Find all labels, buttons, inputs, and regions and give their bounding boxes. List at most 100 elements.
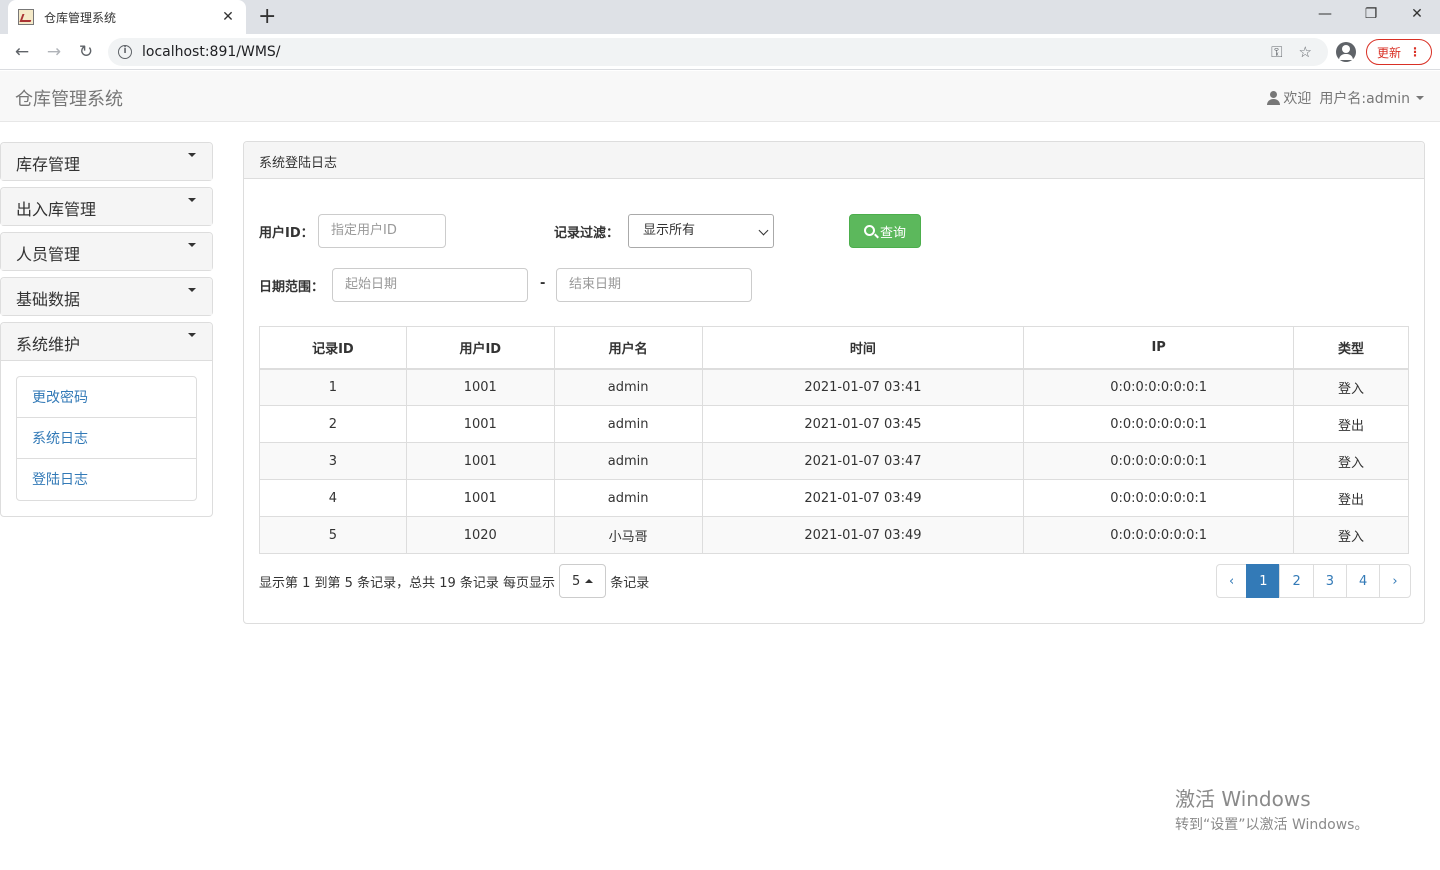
back-icon[interactable]: ← bbox=[10, 40, 34, 64]
chevron-down-icon bbox=[758, 225, 769, 236]
table-header-row: 记录ID 用户ID 用户名 时间 IP 类型 bbox=[259, 326, 1409, 370]
date-separator: - bbox=[540, 276, 546, 291]
cell-user-id: 1001 bbox=[405, 405, 555, 443]
table-row[interactable]: 5 1020 小马哥 2021-01-07 03:49 0:0:0:0:0:0:… bbox=[259, 516, 1409, 554]
browser-toolbar: ← → ↻ i localhost:891/WMS/ ⚿ ☆ 更新 ⋮ bbox=[0, 34, 1440, 70]
date-range-label: 日期范围： bbox=[259, 280, 325, 295]
browser-tab[interactable]: 仓库管理系统 ✕ bbox=[8, 0, 246, 34]
minimize-icon[interactable]: — bbox=[1302, 0, 1348, 30]
key-icon[interactable]: ⚿ bbox=[1271, 43, 1282, 61]
url-text[interactable]: localhost:891/WMS/ bbox=[142, 44, 1271, 60]
column-header-record-id[interactable]: 记录ID bbox=[259, 326, 407, 370]
watermark-line-2: 转到“设置”以激活 Windows。 bbox=[1175, 817, 1369, 833]
pagination-info-suffix: 条记录 bbox=[610, 575, 650, 591]
bookmark-star-icon[interactable]: ☆ bbox=[1299, 43, 1312, 61]
cell-type: 登出 bbox=[1293, 479, 1409, 517]
sidebar-group-label: 系统维护 bbox=[16, 335, 81, 354]
table-row[interactable]: 4 1001 admin 2021-01-07 03:49 0:0:0:0:0:… bbox=[259, 479, 1409, 517]
user-menu[interactable]: 欢迎 用户名:admin bbox=[1267, 88, 1424, 108]
sidebar-item-change-password[interactable]: 更改密码 bbox=[17, 377, 196, 418]
cell-ip: 0:0:0:0:0:0:0:1 bbox=[1023, 516, 1295, 554]
pagination: ‹ 1 2 3 4 › bbox=[1216, 564, 1411, 598]
sidebar-group-body: 更改密码 系统日志 登陆日志 bbox=[1, 360, 212, 516]
forward-icon[interactable]: → bbox=[42, 40, 66, 64]
table-row[interactable]: 1 1001 admin 2021-01-07 03:41 0:0:0:0:0:… bbox=[259, 368, 1409, 406]
login-log-table: 记录ID 用户ID 用户名 时间 IP 类型 1 1001 admin 2021… bbox=[259, 326, 1409, 554]
sidebar-group-personnel: 人员管理 bbox=[0, 232, 213, 271]
cell-type: 登出 bbox=[1293, 405, 1409, 443]
pagination-page-1[interactable]: 1 bbox=[1246, 564, 1281, 598]
sidebar-group-header[interactable]: 人员管理 bbox=[1, 233, 212, 270]
pagination-page-2[interactable]: 2 bbox=[1279, 564, 1314, 598]
table-row[interactable]: 3 1001 admin 2021-01-07 03:47 0:0:0:0:0:… bbox=[259, 442, 1409, 480]
app-navbar: 仓库管理系统 欢迎 用户名:admin bbox=[0, 71, 1440, 122]
record-filter-label: 记录过滤： bbox=[554, 226, 620, 241]
window-close-icon[interactable]: ✕ bbox=[1394, 0, 1440, 30]
new-tab-icon[interactable]: + bbox=[258, 3, 276, 31]
update-button[interactable]: 更新 ⋮ bbox=[1366, 39, 1432, 65]
page-size-dropdown[interactable]: 5 bbox=[559, 564, 607, 598]
username-label: 用户名:admin bbox=[1319, 91, 1410, 107]
cell-user-id: 1001 bbox=[405, 442, 555, 480]
cell-time: 2021-01-07 03:49 bbox=[701, 516, 1025, 554]
cell-ip: 0:0:0:0:0:0:0:1 bbox=[1023, 405, 1295, 443]
page-size-value: 5 bbox=[572, 573, 581, 589]
query-label: 查询 bbox=[879, 225, 906, 241]
record-filter-select[interactable]: 显示所有 bbox=[628, 214, 774, 248]
cell-record-id: 4 bbox=[259, 479, 407, 517]
brand-title[interactable]: 仓库管理系统 bbox=[15, 85, 123, 111]
profile-avatar-icon[interactable] bbox=[1336, 42, 1356, 62]
start-date-input[interactable]: 起始日期 bbox=[332, 268, 528, 302]
column-header-time[interactable]: 时间 bbox=[701, 326, 1025, 370]
query-button[interactable]: 查询 bbox=[849, 214, 921, 248]
site-info-icon[interactable]: i bbox=[118, 45, 132, 59]
sidebar-group-stock-io: 出入库管理 bbox=[0, 187, 213, 226]
update-label: 更新 bbox=[1376, 45, 1401, 60]
end-date-input[interactable]: 结束日期 bbox=[556, 268, 752, 302]
browser-tabstrip: 仓库管理系统 ✕ + — ❐ ✕ bbox=[0, 0, 1440, 34]
sidebar-group-header[interactable]: 系统维护 bbox=[1, 323, 212, 360]
cell-time: 2021-01-07 03:45 bbox=[701, 405, 1025, 443]
reload-icon[interactable]: ↻ bbox=[74, 40, 98, 64]
chevron-down-icon bbox=[188, 333, 196, 337]
sidebar-group-header[interactable]: 基础数据 bbox=[1, 278, 212, 315]
cell-user-id: 1001 bbox=[405, 479, 555, 517]
sidebar-group-header[interactable]: 库存管理 bbox=[1, 143, 212, 180]
search-icon bbox=[863, 224, 875, 236]
chevron-down-icon bbox=[188, 153, 196, 157]
pagination-page-4[interactable]: 4 bbox=[1346, 564, 1381, 598]
favicon-icon bbox=[18, 9, 34, 25]
sidebar-item-login-log[interactable]: 登陆日志 bbox=[17, 459, 196, 500]
cell-username: admin bbox=[553, 479, 703, 517]
cell-ip: 0:0:0:0:0:0:0:1 bbox=[1023, 442, 1295, 480]
tab-close-icon[interactable]: ✕ bbox=[220, 9, 236, 25]
menu-dots-icon: ⋮ bbox=[1409, 45, 1421, 59]
sidebar-group-inventory: 库存管理 bbox=[0, 142, 213, 181]
cell-username: admin bbox=[553, 442, 703, 480]
pagination-info: 显示第 1 到第 5 条记录，总共 19 条记录 每页显示 5 条记录 bbox=[259, 564, 649, 598]
pagination-prev[interactable]: ‹ bbox=[1216, 564, 1248, 598]
table-row[interactable]: 2 1001 admin 2021-01-07 03:45 0:0:0:0:0:… bbox=[259, 405, 1409, 443]
column-header-ip[interactable]: IP bbox=[1023, 326, 1295, 370]
sidebar-item-system-log[interactable]: 系统日志 bbox=[17, 418, 196, 459]
pagination-next[interactable]: › bbox=[1379, 564, 1411, 598]
column-header-user-id[interactable]: 用户ID bbox=[405, 326, 555, 370]
sidebar-group-label: 出入库管理 bbox=[16, 200, 97, 219]
cell-username: 小马哥 bbox=[553, 516, 703, 554]
cell-time: 2021-01-07 03:47 bbox=[701, 442, 1025, 480]
maximize-icon[interactable]: ❐ bbox=[1348, 0, 1394, 30]
cell-record-id: 1 bbox=[259, 368, 407, 406]
sidebar-group-base-data: 基础数据 bbox=[0, 277, 213, 316]
cell-user-id: 1001 bbox=[405, 368, 555, 406]
column-header-type[interactable]: 类型 bbox=[1293, 326, 1409, 370]
cell-record-id: 2 bbox=[259, 405, 407, 443]
windows-activation-watermark: 激活 Windows 转到“设置”以激活 Windows。 bbox=[1175, 783, 1368, 834]
user-id-input[interactable]: 指定用户ID bbox=[318, 214, 446, 248]
sidebar-group-header[interactable]: 出入库管理 bbox=[1, 188, 212, 225]
column-header-username[interactable]: 用户名 bbox=[553, 326, 703, 370]
chevron-down-icon bbox=[188, 243, 196, 247]
address-bar[interactable]: i localhost:891/WMS/ ⚿ ☆ bbox=[108, 38, 1328, 66]
cell-user-id: 1020 bbox=[405, 516, 555, 554]
pagination-page-3[interactable]: 3 bbox=[1312, 564, 1348, 598]
sidebar: 库存管理 出入库管理 人员管理 基础数据 系统维护 更改密码 系统日志 登陆日志 bbox=[0, 142, 213, 523]
